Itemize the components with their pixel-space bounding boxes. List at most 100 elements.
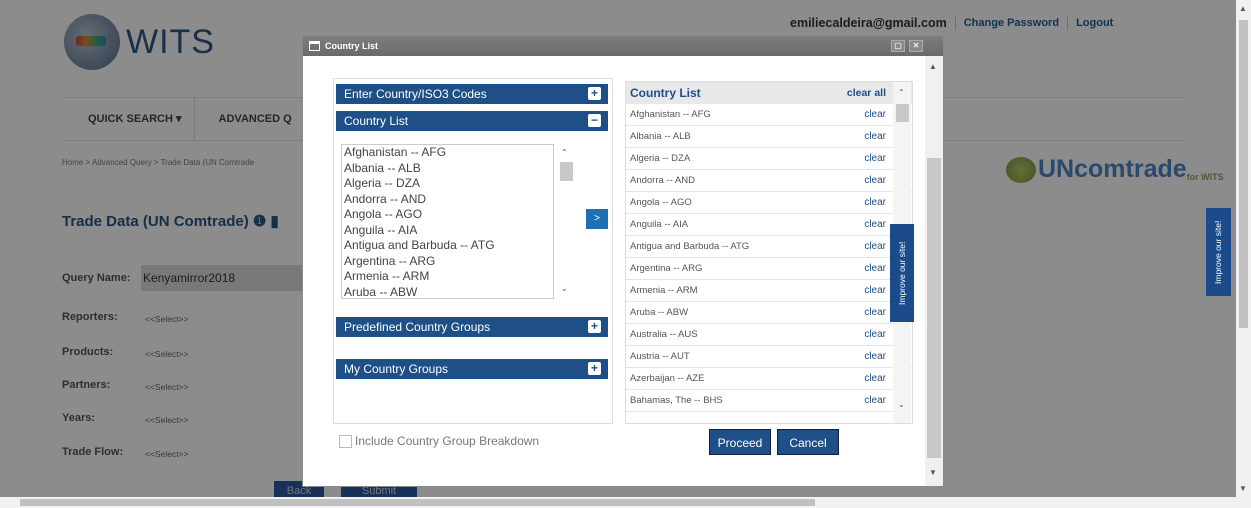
clear-link[interactable]: clear [864, 104, 886, 126]
country-name: Argentina -- ARG [630, 263, 703, 274]
cancel-button[interactable]: Cancel [777, 429, 839, 455]
country-name: Angola -- AGO [630, 197, 692, 208]
include-breakdown-label: Include Country Group Breakdown [355, 434, 540, 448]
list-item[interactable]: Aruba -- ABW [342, 285, 553, 299]
chevron-down-icon[interactable]: ⌄ [561, 284, 568, 293]
clear-link[interactable]: clear [864, 126, 886, 148]
modal-title: Country List [325, 41, 378, 51]
scrollbar-thumb[interactable] [1239, 20, 1248, 328]
section-label: Predefined Country Groups [344, 320, 491, 334]
country-list-modal: Country List ▢ ✕ ▲ ▼ Enter Country/ISO3 … [302, 35, 944, 487]
scrollbar-thumb[interactable] [896, 104, 909, 122]
list-item: Australia -- AUS clear [626, 324, 912, 346]
my-groups-section[interactable]: My Country Groups + [336, 359, 608, 379]
include-breakdown-checkbox[interactable] [339, 434, 352, 448]
list-item: Austria -- AUT clear [626, 346, 912, 368]
country-name: Afghanistan -- AFG [630, 109, 711, 120]
list-item: Afghanistan -- AFG clear [626, 104, 912, 126]
scroll-up-icon[interactable]: ▲ [1239, 4, 1247, 13]
list-item[interactable]: Angola -- AGO [342, 207, 553, 223]
selected-countries-panel: Country List clear all Afghanistan -- AF… [625, 81, 913, 424]
clear-link[interactable]: clear [864, 280, 886, 302]
window-icon [309, 41, 320, 51]
proceed-button[interactable]: Proceed [709, 429, 771, 455]
country-name: Austria -- AUT [630, 351, 690, 362]
available-countries-list[interactable]: Afghanistan -- AFG Albania -- ALB Algeri… [341, 144, 554, 299]
chevron-down-icon[interactable]: ⌄ [898, 400, 905, 409]
country-name: Algeria -- DZA [630, 153, 691, 164]
country-name: Andorra -- AND [630, 175, 695, 186]
country-name: Australia -- AUS [630, 329, 698, 340]
expand-icon[interactable]: + [588, 362, 601, 375]
predefined-groups-section[interactable]: Predefined Country Groups + [336, 317, 608, 337]
list-item: Azerbaijan -- AZE clear [626, 368, 912, 390]
page-vertical-scrollbar[interactable]: ▲ ▼ [1236, 0, 1251, 508]
section-label: Country List [344, 114, 409, 128]
clear-link[interactable]: clear [864, 170, 886, 192]
section-label: Enter Country/ISO3 Codes [344, 87, 487, 101]
chevron-up-icon[interactable]: ⌃ [561, 148, 568, 157]
clear-link[interactable]: clear [864, 148, 886, 170]
list-item[interactable]: Armenia -- ARM [342, 269, 553, 285]
country-name: Bahamas, The -- BHS [630, 395, 723, 406]
expand-icon[interactable]: + [588, 87, 601, 100]
scrollbar-thumb[interactable] [20, 499, 815, 506]
include-breakdown-option[interactable]: Include Country Group Breakdown [339, 434, 539, 448]
list-item: Angola -- AGO clear [626, 192, 912, 214]
section-label: My Country Groups [344, 362, 449, 376]
list-item[interactable]: Antigua and Barbuda -- ATG [342, 238, 553, 254]
country-name: Antigua and Barbuda -- ATG [630, 241, 750, 252]
available-list-scrollbar[interactable]: ⌃ ⌄ [557, 144, 574, 299]
modal-scrollbar[interactable]: ▲ ▼ [925, 56, 943, 486]
close-icon[interactable]: ✕ [909, 40, 923, 52]
list-item: Armenia -- ARM clear [626, 280, 912, 302]
country-name: Azerbaijan -- AZE [630, 373, 705, 384]
clear-link[interactable]: clear [864, 258, 886, 280]
list-item: Andorra -- AND clear [626, 170, 912, 192]
clear-link[interactable]: clear [864, 302, 886, 324]
list-item: Algeria -- DZA clear [626, 148, 912, 170]
list-item: Argentina -- ARG clear [626, 258, 912, 280]
list-item[interactable]: Algeria -- DZA [342, 176, 553, 192]
country-name: Albania -- ALB [630, 131, 691, 142]
list-item[interactable]: Albania -- ALB [342, 161, 553, 177]
list-item: Anguila -- AIA clear [626, 214, 912, 236]
improve-site-tab[interactable]: Improve our site! [1206, 208, 1231, 296]
list-item: Albania -- ALB clear [626, 126, 912, 148]
list-item[interactable]: Argentina -- ARG [342, 254, 553, 270]
page-horizontal-scrollbar[interactable] [0, 497, 1236, 508]
clear-link[interactable]: clear [864, 236, 886, 258]
country-name: Armenia -- ARM [630, 285, 698, 296]
modal-title-bar[interactable]: Country List ▢ ✕ [303, 36, 943, 56]
list-item[interactable]: Andorra -- AND [342, 192, 553, 208]
country-name: Aruba -- ABW [630, 307, 689, 318]
scroll-up-icon[interactable]: ▲ [929, 62, 937, 71]
add-selected-button[interactable]: > [586, 209, 608, 229]
clear-link[interactable]: clear [864, 390, 886, 412]
clear-link[interactable]: clear [864, 324, 886, 346]
clear-link[interactable]: clear [864, 214, 886, 236]
list-item: Antigua and Barbuda -- ATG clear [626, 236, 912, 258]
improve-site-tab[interactable]: Improve our site! [890, 224, 914, 322]
clear-link[interactable]: clear [864, 192, 886, 214]
selected-list-header: Country List clear all [626, 82, 912, 104]
scrollbar-thumb[interactable] [927, 158, 941, 458]
list-item[interactable]: Anguila -- AIA [342, 223, 553, 239]
clear-all-link[interactable]: clear all [847, 82, 886, 104]
scroll-down-icon[interactable]: ▼ [929, 468, 937, 477]
clear-link[interactable]: clear [864, 368, 886, 390]
list-item: Bahamas, The -- BHS clear [626, 390, 912, 412]
clear-link[interactable]: clear [864, 346, 886, 368]
country-name: Anguila -- AIA [630, 219, 689, 230]
enter-codes-section[interactable]: Enter Country/ISO3 Codes + [336, 84, 608, 104]
collapse-icon[interactable]: − [588, 114, 601, 127]
list-item: Aruba -- ABW clear [626, 302, 912, 324]
scrollbar-thumb[interactable] [560, 162, 573, 181]
scroll-down-icon[interactable]: ▼ [1239, 484, 1247, 493]
selected-list-title: Country List [630, 86, 701, 100]
chevron-up-icon[interactable]: ⌃ [898, 88, 905, 97]
maximize-icon[interactable]: ▢ [891, 40, 905, 52]
list-item[interactable]: Afghanistan -- AFG [342, 145, 553, 161]
expand-icon[interactable]: + [588, 320, 601, 333]
country-list-section[interactable]: Country List − [336, 111, 608, 131]
